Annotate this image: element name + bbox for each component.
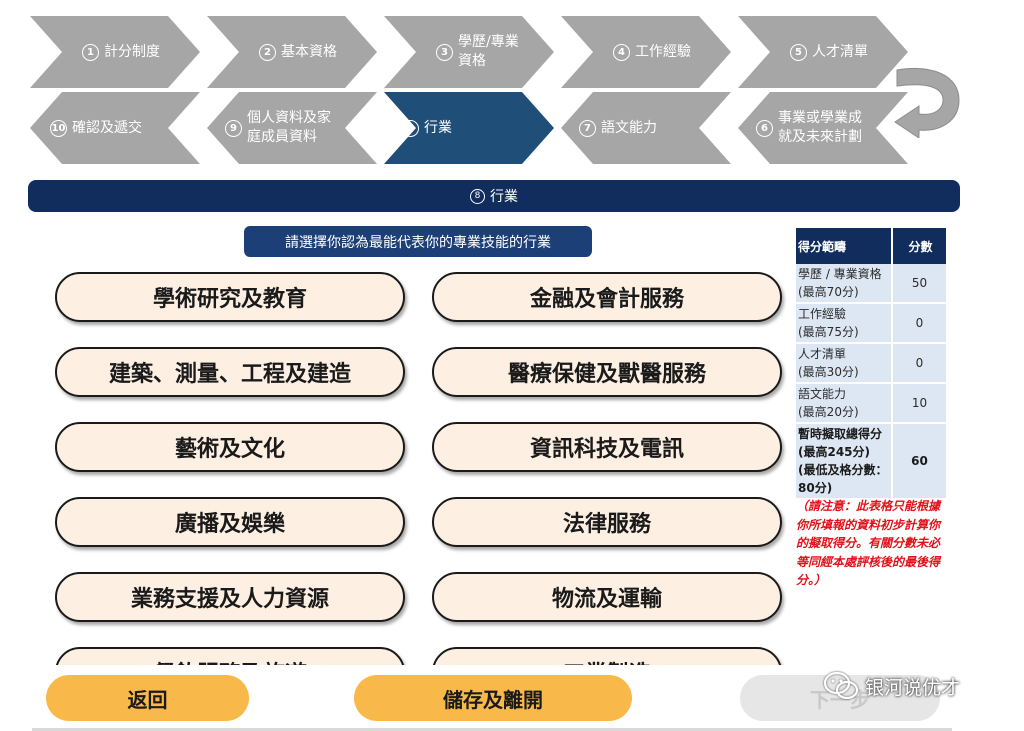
score-table: 得分範疇 分數 學歷 / 專業資格 (最高70分) 50 工作經驗 (最高75分) … <box>796 228 946 500</box>
industry-option[interactable]: 金融及會計服務 <box>432 272 782 322</box>
step-label: 語文能力 <box>601 119 657 136</box>
step-4[interactable]: 4 工作經驗 <box>561 16 731 88</box>
industry-option[interactable]: 資訊科技及電訊 <box>432 422 782 472</box>
back-button[interactable]: 返回 <box>46 675 249 721</box>
table-row: 人才清單 (最高30分) 0 <box>796 343 946 384</box>
step-5[interactable]: 5 人才清單 <box>738 16 908 88</box>
step-7[interactable]: 7 語文能力 <box>561 92 731 164</box>
industry-option[interactable]: 法律服務 <box>432 497 782 547</box>
step-3[interactable]: 3 學歷/專業資格 <box>384 16 554 88</box>
step-number: 3 <box>436 43 453 61</box>
score-row-max: (最高30分) <box>798 365 859 379</box>
step-label: 個人資料及家庭成員資料 <box>247 110 331 145</box>
score-col-points: 分數 <box>892 228 946 264</box>
step-label: 確認及遞交 <box>72 119 142 136</box>
watermark: 银河说优才 <box>823 668 960 704</box>
industry-prompt: 請選擇你認為最能代表你的專業技能的行業 <box>244 226 592 257</box>
industry-option[interactable]: 餐飲服務及旅遊 <box>55 647 405 665</box>
table-row: 語文能力 (最高20分) 10 <box>796 383 946 424</box>
industry-option[interactable]: 建築、測量、工程及建造 <box>55 347 405 397</box>
section-header: 8 行業 <box>28 180 960 212</box>
industry-option[interactable]: 工業製造 <box>432 647 782 665</box>
step-number: 2 <box>259 43 276 61</box>
score-row-points: 50 <box>891 264 946 304</box>
score-row-points: 0 <box>891 303 946 344</box>
step-label: 行業 <box>424 119 452 136</box>
wechat-icon <box>823 671 859 700</box>
table-row: 學歷 / 專業資格 (最高70分) 50 <box>796 264 946 304</box>
score-row-max: (最高75分) <box>798 325 859 339</box>
score-row-max: (最高20分) <box>798 405 859 419</box>
step-number: 1 <box>82 43 99 61</box>
step-label: 基本資格 <box>281 43 337 60</box>
score-total-label: 暫時擬取總得分 <box>798 427 883 441</box>
score-col-range: 得分範疇 <box>796 228 893 264</box>
score-total-min: (最低及格分數：80分) <box>798 463 888 495</box>
score-row-points: 10 <box>891 383 946 424</box>
section-title: 行業 <box>490 189 518 205</box>
watermark-text: 银河说优才 <box>865 676 961 699</box>
score-row-label: 工作經驗 <box>798 307 847 321</box>
score-row-max: (最高70分) <box>798 285 859 299</box>
score-row-label: 學歷 / 專業資格 <box>798 267 882 281</box>
score-note: （請注意：此表格只能根據你所填報的資料初步計算你的擬取得分。有關分數未必等同經本… <box>796 499 941 587</box>
step-2[interactable]: 2 基本資格 <box>207 16 377 88</box>
step-number: 8 <box>402 119 419 137</box>
step-label: 學歷/專業資格 <box>458 34 519 69</box>
score-row-label: 語文能力 <box>798 387 847 401</box>
table-row-total: 暫時擬取總得分 (最高245分) (最低及格分數：80分) 60 <box>796 423 946 500</box>
industry-option[interactable]: 廣播及娛樂 <box>55 497 405 547</box>
industry-options: 學術研究及教育 金融及會計服務 建築、測量、工程及建造 醫療保健及獸醫服務 藝術… <box>0 268 795 665</box>
step-number: 6 <box>756 119 773 137</box>
score-row-label: 人才清單 <box>798 347 847 361</box>
score-row-points: 0 <box>891 343 946 384</box>
industry-option[interactable]: 物流及運輸 <box>432 572 782 622</box>
table-row: 工作經驗 (最高75分) 0 <box>796 303 946 344</box>
step-label: 人才清單 <box>812 43 868 60</box>
step-label: 事業或學業成就及未來計劃 <box>778 110 862 145</box>
step-number: 10 <box>50 119 67 137</box>
step-number: 5 <box>790 43 807 61</box>
industry-option[interactable]: 學術研究及教育 <box>55 272 405 322</box>
step-label: 工作經驗 <box>635 43 691 60</box>
score-total-points: 60 <box>891 423 946 500</box>
save-and-exit-button[interactable]: 儲存及離開 <box>354 675 632 721</box>
industry-option[interactable]: 業務支援及人力資源 <box>55 572 405 622</box>
step-8[interactable]: 8 行業 <box>384 92 554 164</box>
step-number: 9 <box>225 119 242 137</box>
step-1[interactable]: 1 計分制度 <box>30 16 200 88</box>
score-total-max: (最高245分) <box>798 445 871 459</box>
step-label: 計分制度 <box>104 43 160 60</box>
progress-steps: 1 計分制度 2 基本資格 3 學歷/專業資格 4 工作經驗 5 人才清單 10 確認及遞交… <box>0 0 1024 170</box>
step-9[interactable]: 9 個人資料及家庭成員資料 <box>207 92 377 164</box>
industry-option[interactable]: 醫療保健及獸醫服務 <box>432 347 782 397</box>
step-10[interactable]: 10 確認及遞交 <box>30 92 200 164</box>
step-6[interactable]: 6 事業或學業成就及未來計劃 <box>738 92 908 164</box>
industry-option[interactable]: 藝術及文化 <box>55 422 405 472</box>
step-number: 7 <box>579 119 596 137</box>
step-number: 4 <box>613 43 630 61</box>
section-number: 8 <box>470 188 485 204</box>
